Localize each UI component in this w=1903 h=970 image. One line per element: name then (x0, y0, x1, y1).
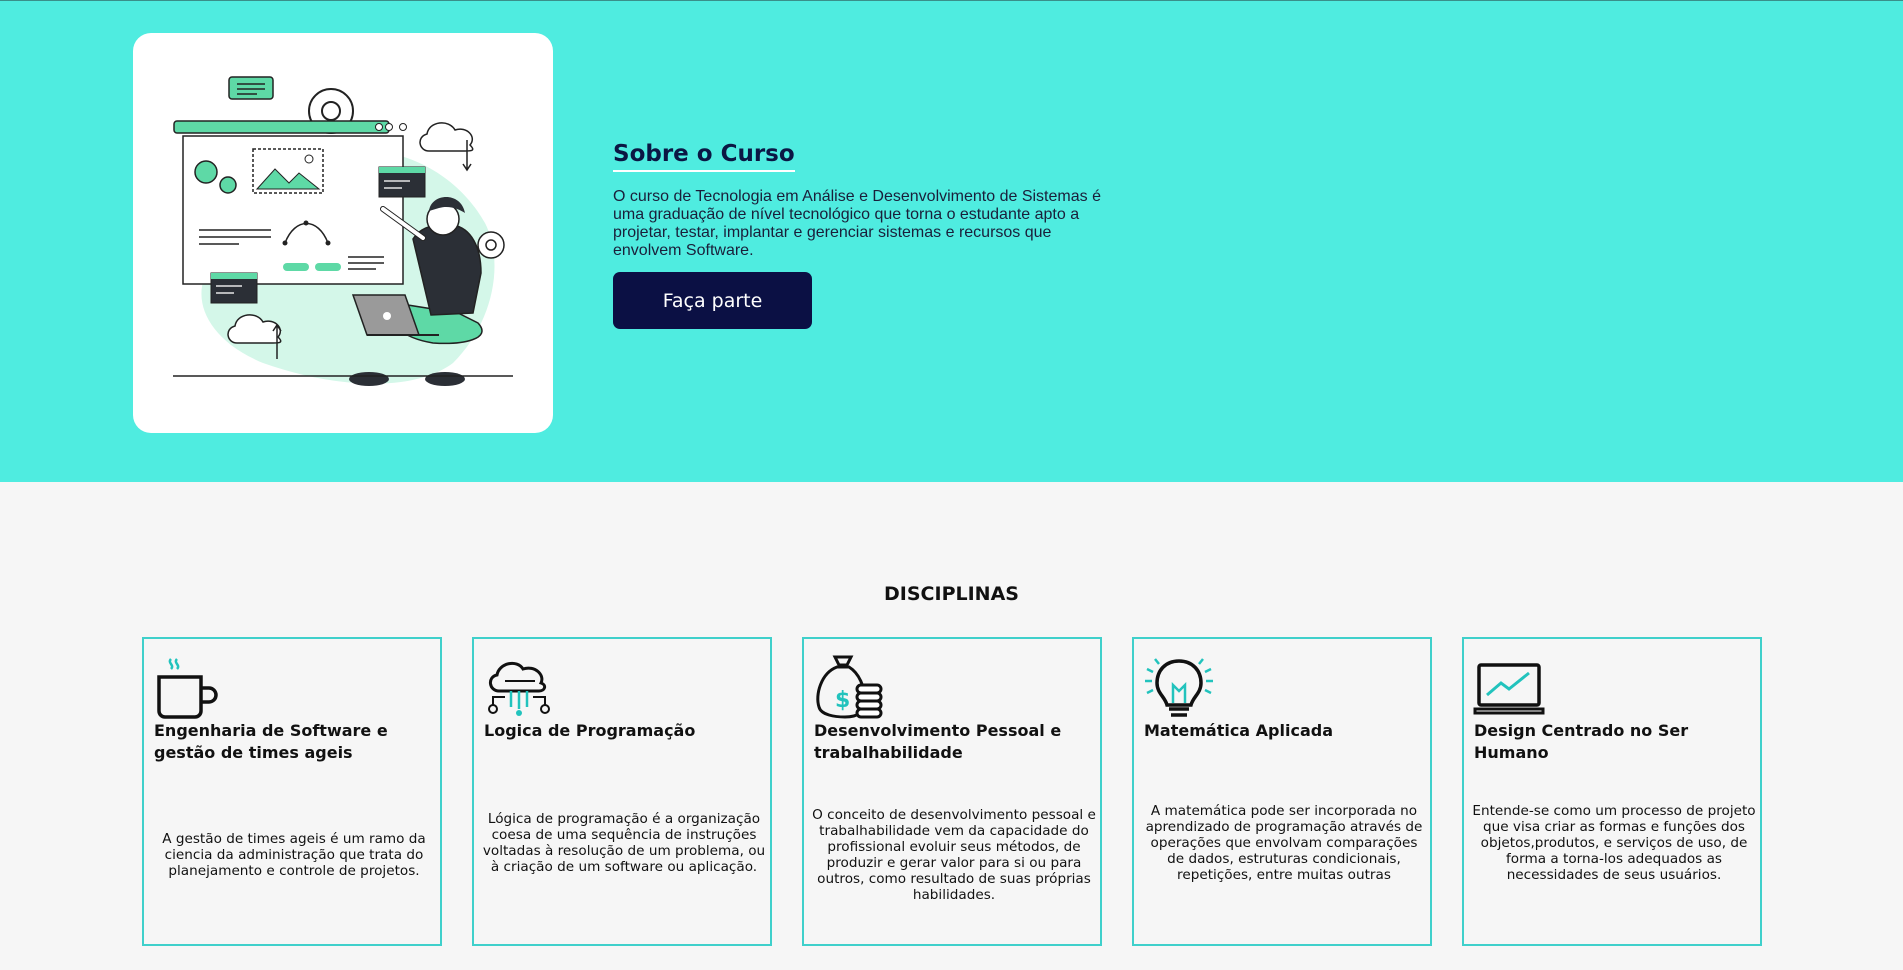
discipline-title: Desenvolvimento Pessoal e trabalhabilida… (814, 721, 1062, 762)
light-bulb-icon (1145, 658, 1213, 717)
discipline-title: Engenharia de Software e gestão de times… (154, 721, 388, 762)
discipline-card: Design Centrado no Ser Humano Entende-se… (1462, 637, 1762, 946)
discipline-title: Logica de Programação (484, 721, 696, 740)
hero-illustration-card (133, 33, 553, 433)
discipline-description: A matemática pode ser incorporada no apr… (1145, 803, 1423, 883)
discipline-title: Design Centrado no Ser Humano (1474, 721, 1689, 762)
cloud-network-icon (488, 661, 550, 716)
about-course: Sobre o Curso O curso de Tecnologia em A… (613, 141, 1103, 329)
money-bag-coins-icon: $ (816, 655, 883, 719)
hero-section: Sobre o Curso O curso de Tecnologia em A… (0, 0, 1903, 482)
discipline-description: O conceito de desenvolvimento pessoal e … (812, 807, 1096, 903)
join-button[interactable]: Faça parte (613, 272, 812, 329)
discipline-card: Logica de Programação Lógica de programa… (472, 637, 772, 946)
discipline-description: Entende-se como um processo de projeto q… (1472, 803, 1756, 883)
coffee-cup-icon (157, 658, 218, 719)
about-description: O curso de Tecnologia em Análise e Desen… (613, 188, 1101, 259)
discipline-card: Matemática Aplicada A matemática pode se… (1132, 637, 1432, 946)
discipline-card: Engenharia de Software e gestão de times… (142, 637, 442, 946)
discipline-card: $ Desenvolvimento Pessoal e trabalhabili… (802, 637, 1102, 946)
discipline-title: Matemática Aplicada (1144, 721, 1334, 740)
svg-text:$: $ (835, 688, 850, 713)
about-title: Sobre o Curso (613, 141, 795, 172)
developer-illustration (173, 76, 513, 386)
discipline-description: Lógica de programação é a organização co… (482, 811, 766, 875)
laptop-chart-icon (1473, 663, 1545, 715)
discipline-description: A gestão de times ageis é um ramo da cie… (162, 831, 426, 879)
disciplines-title: DISCIPLINAS (884, 583, 1019, 605)
